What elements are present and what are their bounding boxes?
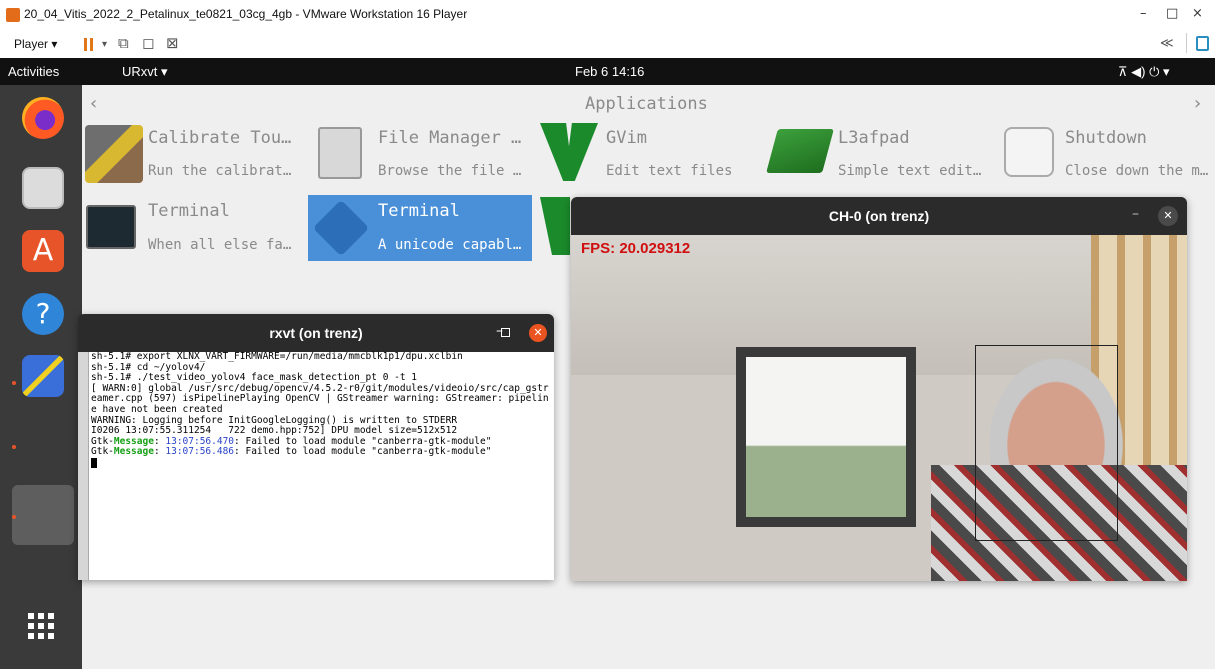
terminal-cursor [91,457,97,468]
window-view [746,357,906,517]
app-name: GVim [606,128,647,148]
vmware-maximize-button[interactable]: □ [1166,6,1178,21]
firefox-icon[interactable] [22,97,64,139]
fullscreen-icon[interactable]: ◻ [142,34,154,52]
gtk-message-tag: Message [113,446,154,458]
terminal-line: e have not been created [91,403,223,415]
running-indicator [12,515,16,519]
send-ctrl-alt-del-icon[interactable]: ⧉ [118,34,129,52]
app-desc: A unicode capabl… [378,237,522,253]
gtk-message-text: : Failed to load module "canberra-gtk-mo… [234,435,492,447]
vmware-title-bar: 20_04_Vitis_2022_2_Petalinux_te0821_03cg… [0,0,1215,30]
camera-minimize-button[interactable]: – [1132,206,1139,222]
app-name: Shutdown [1065,128,1147,148]
app-gvim[interactable]: GVim Edit text files [540,121,766,189]
next-page-button[interactable]: › [1194,93,1201,114]
app-desc: Simple text edit… [838,163,982,179]
rxvt-close-button[interactable]: ✕ [529,324,547,342]
app-shutdown[interactable]: Shutdown Close down the m… [1000,121,1215,189]
network-tool-icon[interactable] [22,355,64,397]
camera-window[interactable]: CH-0 (on trenz) – ✕ FPS: 20.029312 [571,197,1187,581]
face-detection-box [975,345,1118,541]
app-desc: Edit text files [606,163,733,179]
app-terminal-xterm[interactable]: Terminal When all else fa… [82,195,308,263]
terminal-icon [86,205,136,249]
app-desc: Browse the file … [378,163,522,179]
unity-icon[interactable]: ⊠ [166,34,179,52]
app-name: File Manager … [378,128,522,148]
vmware-close-button[interactable]: × [1192,6,1203,21]
terminal-line: sh-5.1# ./test_video_yolov4 face_mask_de… [91,372,418,384]
terminal-area[interactable]: sh-5.1# export XLNX_VART_FIRMWARE=/run/m… [78,351,554,580]
calibrate-icon [85,125,143,183]
vim-icon-partial[interactable] [540,197,570,255]
gtk-message-tag: Message [113,435,154,447]
camera-frame: FPS: 20.029312 [571,235,1187,581]
app-menu[interactable]: URxvt ▾ [122,64,168,80]
app-name: Terminal [378,201,460,221]
prev-page-button[interactable]: ‹ [90,93,97,114]
gtk-timestamp: 13:07:56.470 [165,435,235,447]
collapse-toolbar-icon[interactable]: ≪ [1160,36,1174,51]
vmware-toolbar: Player ▾ ▾ ⧉ ◻ ⊠ ≪ [0,30,1215,58]
active-app-slot[interactable] [12,485,74,545]
rxvt-title: rxvt (on trenz) [269,325,363,341]
activities-button[interactable]: Activities [8,64,59,79]
app-name: L3afpad [838,128,910,148]
notes-icon[interactable] [1196,36,1209,51]
app-desc: Run the calibrat… [148,163,292,179]
running-indicator [12,445,16,449]
terminal-line: eamer.cpp (597) isPipelinePlaying OpenCV… [91,393,549,405]
terminal-line: WARNING: Logging before InitGoogleLoggin… [91,414,458,426]
gtk-timestamp: 13:07:56.486 [165,446,235,458]
gnome-top-bar: Activities URxvt ▾ Feb 6 14:16 ⊼ ◀) ⏻ ▾ [0,58,1215,85]
app-calibrate-touchscreen[interactable]: Calibrate Tou… Run the calibrat… [82,121,308,189]
clock[interactable]: Feb 6 14:16 [575,64,644,79]
terminal-line: sh-5.1# cd ~/yolov4/ [91,361,206,373]
app-name: Calibrate Tou… [148,128,292,148]
dock: A ? [0,85,82,669]
urxvt-icon [312,199,370,257]
vmware-app-icon [6,8,20,22]
running-indicator [12,381,16,385]
app-desc: When all else fa… [148,237,292,253]
rxvt-window[interactable]: rxvt (on trenz) – ✕ sh-5.1# export XLNX_… [78,314,554,580]
gtk-message-text: : Failed to load module "canberra-gtk-mo… [234,446,492,458]
system-status-icons[interactable]: ⊼ ◀) ⏻ ▾ [1118,64,1170,80]
gtk-prefix: Gtk- [91,435,114,447]
terminal-line: I0206 13:07:55.311254 722 demo.hpp:752] … [91,425,458,437]
terminal-output: sh-5.1# export XLNX_VART_FIRMWARE=/run/m… [91,351,549,469]
files-icon[interactable] [22,167,64,209]
vmware-window-title: 20_04_Vitis_2022_2_Petalinux_te0821_03cg… [24,7,468,21]
shutdown-icon [1004,127,1054,177]
app-terminal-urxvt-selected[interactable]: Terminal A unicode capabl… [308,195,532,261]
app-desc: Close down the m… [1065,163,1209,179]
app-file-manager[interactable]: File Manager … Browse the file … [316,121,542,189]
app-name: Terminal [148,201,230,221]
pause-dropdown-icon[interactable]: ▾ [102,39,107,50]
app-l3afpad[interactable]: L3afpad Simple text edit… [766,121,998,189]
show-applications-icon[interactable] [28,613,56,641]
notepad-icon [766,129,834,173]
terminal-scrollbar[interactable] [78,352,89,580]
help-icon[interactable]: ? [22,293,64,335]
file-cabinet-icon [318,127,362,179]
launcher-title: Applications [585,94,708,114]
player-menu[interactable]: Player ▾ [14,37,57,51]
toolbar-divider [1186,33,1187,53]
terminal-line: sh-5.1# export XLNX_VART_FIRMWARE=/run/m… [91,351,463,362]
rxvt-maximize-button[interactable] [501,328,510,337]
software-center-icon[interactable]: A [22,230,64,272]
gtk-prefix: Gtk- [91,446,114,458]
fps-label: FPS: 20.029312 [581,240,691,257]
terminal-line: [ WARN:0] global /usr/src/debug/opencv/4… [91,382,549,394]
pause-icon[interactable] [84,38,94,51]
camera-close-button[interactable]: ✕ [1158,206,1178,226]
camera-title: CH-0 (on trenz) [828,208,930,224]
vmware-minimize-button[interactable]: – [1140,6,1147,21]
vim-icon [540,123,598,181]
